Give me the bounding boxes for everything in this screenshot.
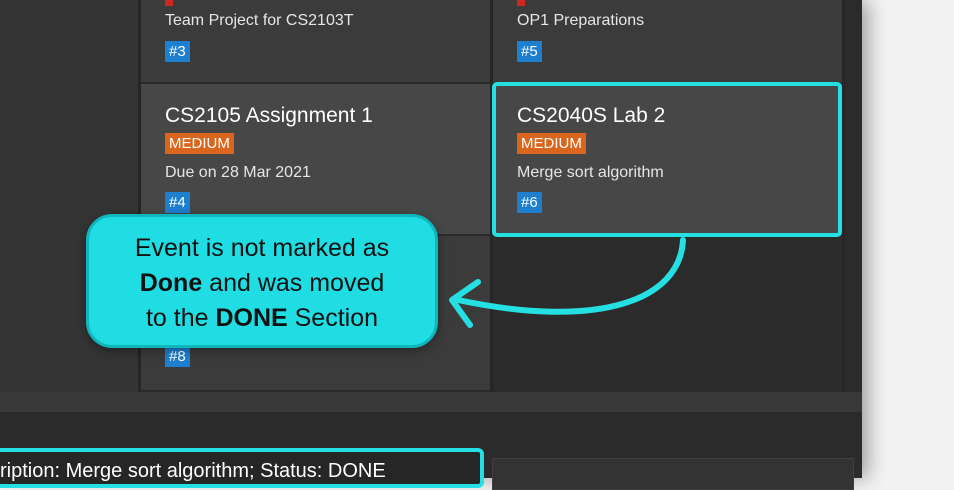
callout-line-1: Event is not marked as bbox=[134, 234, 390, 262]
callout-text: and was moved bbox=[202, 269, 385, 297]
annotation-callout: Event is not marked as Done and was move… bbox=[86, 214, 438, 348]
callout-text: Section bbox=[287, 304, 379, 332]
callout-bold-section: DONE bbox=[215, 304, 288, 332]
callout-line-2: Done and was moved bbox=[89, 266, 435, 301]
callout-line-3: to the DONE Section bbox=[89, 301, 435, 336]
callout-text: to the bbox=[145, 304, 216, 332]
callout-bold-done: Done bbox=[139, 269, 203, 297]
